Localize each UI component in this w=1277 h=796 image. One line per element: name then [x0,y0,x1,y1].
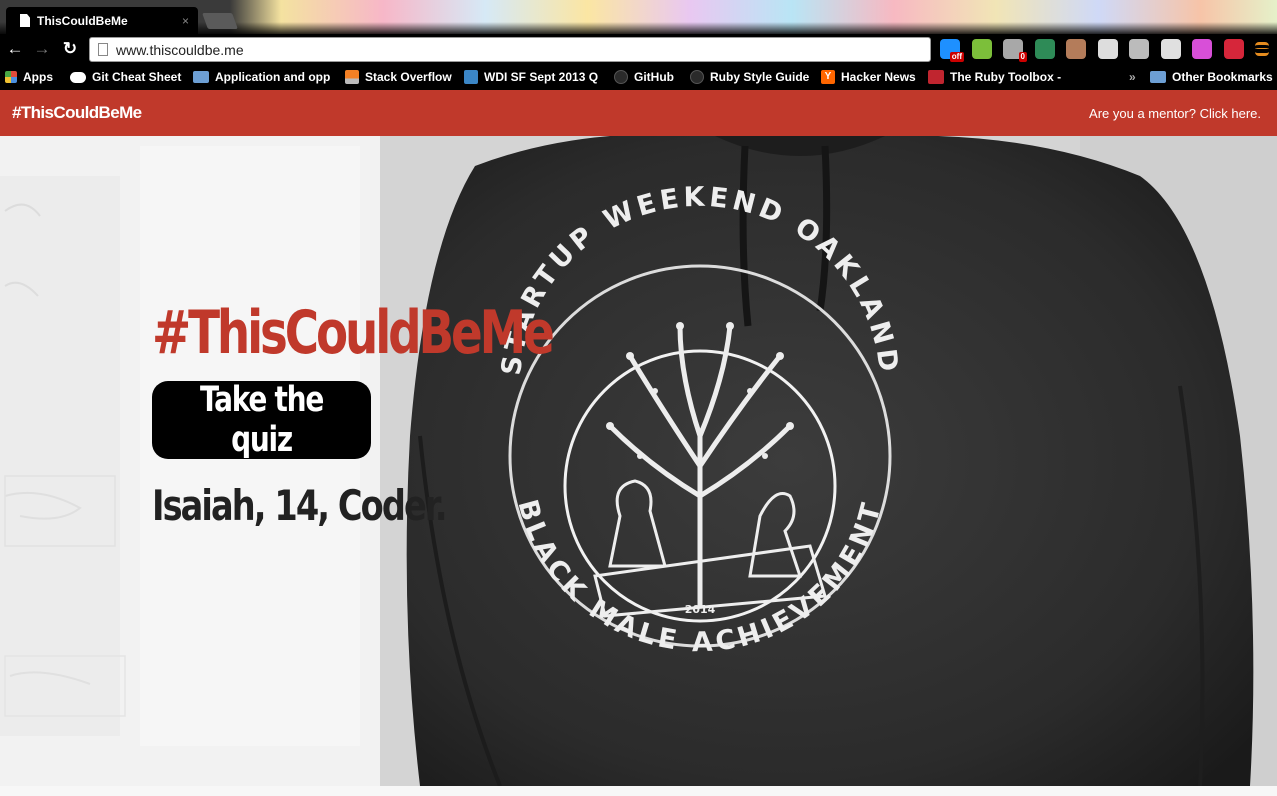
ghostery-extension-icon[interactable]: 0 [1003,39,1027,62]
site-brand-link[interactable]: #ThisCouldBeMe [12,103,142,123]
bookmark-label: Git Cheat Sheet [92,70,182,84]
apps-grid-icon [5,71,17,83]
menu-icon[interactable] [1255,42,1269,56]
bookmark-label: The Ruby Toolbox - [950,70,1062,84]
take-quiz-label: Take the quiz [199,380,324,460]
frame-extension-icon[interactable] [1192,39,1212,59]
browser-toolbar: ← → ↻ www.thiscouldbe.me off 0 [0,34,1277,64]
toolbox-icon [928,70,944,84]
hero-headline: #ThisCouldBeMe [152,298,555,368]
extension-badge: 0 [1018,52,1027,62]
green-circle-extension-icon[interactable] [971,39,992,59]
bookmark-label: WDI SF Sept 2013 Q [484,70,599,84]
cloud-icon [70,71,86,83]
pocket-extension-icon[interactable] [1160,39,1181,59]
cast-extension-icon[interactable] [1129,39,1149,59]
page-icon [98,43,108,56]
shirt-year: 2014 [685,603,716,616]
bookmark-apps[interactable]: Apps [5,69,53,85]
instagram-extension-icon[interactable] [1066,39,1086,59]
github-icon [690,70,704,84]
trello-icon [464,70,478,84]
bookmark-wdi-sf[interactable]: WDI SF Sept 2013 Q [464,69,598,85]
lastpass-extension-icon[interactable] [1223,39,1244,59]
bookmark-other-bookmarks[interactable]: Other Bookmarks [1150,69,1273,85]
browser-chrome: ThisCouldBeMe × ← → ↻ www.thiscouldbe.me… [0,0,1277,90]
hoodie-photo: STARTUP WEEKEND OAKLAND BLACK MALE ACHIE… [380,136,1277,786]
bookmarks-overflow-chevron[interactable]: » [1129,69,1136,85]
hero-caption: Isaiah, 14, Coder. [152,481,447,530]
bookmark-github[interactable]: GitHub [614,69,674,85]
tab-title: ThisCouldBeMe [37,13,128,28]
bookmark-label: Hacker News [841,70,916,84]
hackernews-icon: Y [821,70,835,84]
extension-badge: off [949,52,964,62]
bookmark-ruby-toolbox[interactable]: The Ruby Toolbox - [928,69,1061,85]
bookmark-label: Apps [23,70,53,84]
eyedropper-extension-icon[interactable] [1097,39,1118,59]
page-bottom-strip [0,786,1277,796]
address-bar-url[interactable]: www.thiscouldbe.me [116,42,244,58]
bookmark-application-folder[interactable]: Application and opp [193,69,330,85]
back-button[interactable]: ← [4,38,26,60]
bookmark-label: Ruby Style Guide [710,70,810,84]
crosshair-extension-icon[interactable]: off [940,39,964,62]
hero-section: STARTUP WEEKEND OAKLAND BLACK MALE ACHIE… [0,136,1277,786]
document-icon [20,14,30,27]
bookmark-label: Application and opp [215,70,331,84]
folder-icon [1150,71,1166,83]
stackoverflow-icon [345,70,359,84]
bookmark-hacker-news[interactable]: Y Hacker News [821,69,916,85]
tab-close-icon[interactable]: × [182,14,189,28]
bookmark-label: Other Bookmarks [1172,70,1273,84]
new-tab-button[interactable] [202,13,238,29]
mentor-link[interactable]: Are you a mentor? Click here. [1089,106,1261,121]
site-navbar: #ThisCouldBeMe Are you a mentor? Click h… [0,90,1277,136]
bookmark-git-cheat-sheet[interactable]: Git Cheat Sheet [70,69,181,85]
bookmarks-bar: Apps Git Cheat Sheet Application and opp… [0,64,1277,90]
tab-active[interactable]: ThisCouldBeMe × [6,7,198,34]
bookmark-ruby-style-guide[interactable]: Ruby Style Guide [690,69,809,85]
github-icon [614,70,628,84]
take-quiz-button[interactable]: Take the quiz [152,380,371,460]
bookmark-stack-overflow[interactable]: Stack Overflow [345,69,452,85]
address-bar[interactable]: www.thiscouldbe.me [89,37,931,62]
reload-button[interactable]: ↻ [59,38,81,60]
forward-button[interactable]: → [31,38,53,60]
bookmark-label: Stack Overflow [365,70,452,84]
green-arrow-extension-icon[interactable] [1034,39,1055,59]
folder-icon [193,71,209,83]
bookmark-label: GitHub [634,70,674,84]
